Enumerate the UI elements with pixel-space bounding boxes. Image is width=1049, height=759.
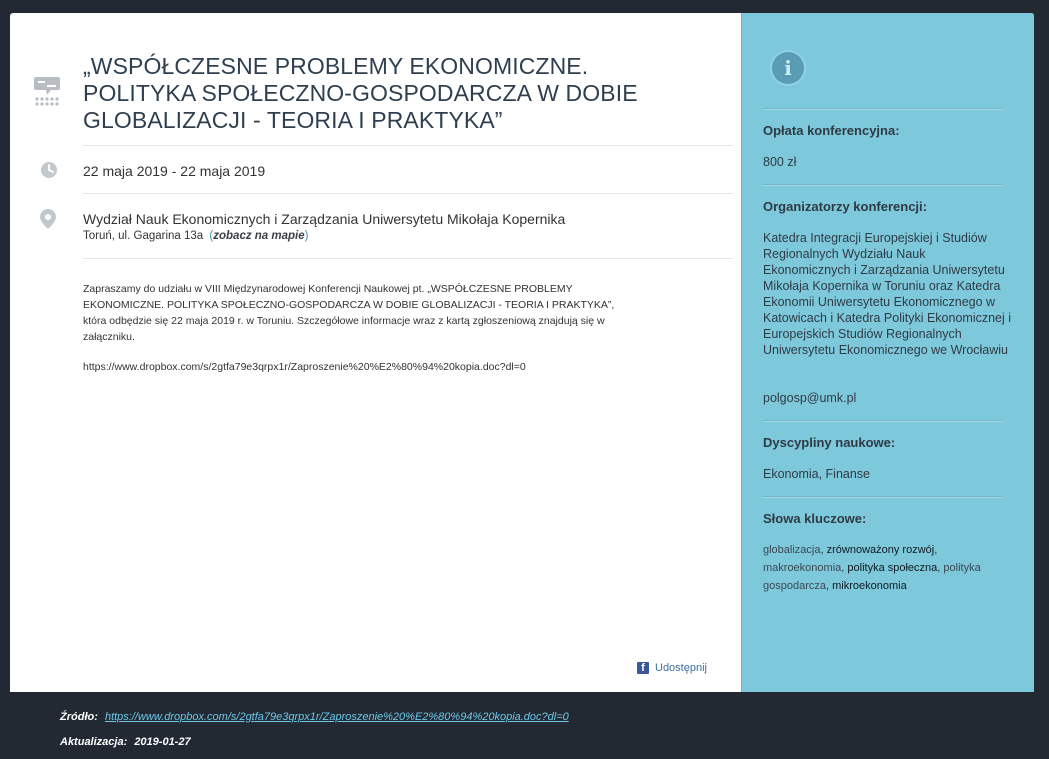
map-pin-icon bbox=[40, 209, 56, 234]
sidebar-divider bbox=[763, 108, 1003, 110]
disciplines-value: Ekonomia, Finanse bbox=[763, 467, 871, 481]
keyword-tag[interactable]: makroekonomia bbox=[763, 562, 841, 574]
attachment-link[interactable]: https://www.dropbox.com/s/2gtfa79e3qrpx1… bbox=[83, 361, 526, 373]
event-description: Zapraszamy do udziału w VIII Międzynarod… bbox=[83, 283, 615, 343]
event-venue: Wydział Nauk Ekonomicznych i Zarządzania… bbox=[83, 211, 566, 227]
source-line: Źródło: https://www.dropbox.com/s/2gtfa7… bbox=[60, 711, 569, 723]
fee-value: 800 zł bbox=[763, 155, 797, 169]
updated-date: 2019-01-27 bbox=[134, 736, 191, 748]
organizers-label: Organizatorzy konferencji: bbox=[763, 199, 927, 214]
event-address-line: Toruń, ul. Gagarina 13a (zobacz na mapie… bbox=[83, 230, 308, 242]
share-label[interactable]: Udostępnij bbox=[655, 662, 707, 674]
divider bbox=[83, 145, 733, 146]
map-link-label[interactable]: zobacz na mapie bbox=[213, 230, 304, 242]
source-link[interactable]: https://www.dropbox.com/s/2gtfa79e3qrpx1… bbox=[105, 711, 569, 723]
keyword-tag[interactable]: zrównoważony rozwój bbox=[827, 544, 935, 556]
updated-line: Aktualizacja: 2019-01-27 bbox=[60, 736, 191, 748]
event-address: Toruń, ul. Gagarina 13a bbox=[83, 230, 204, 242]
info-icon: i bbox=[772, 52, 804, 84]
event-sidebar: i Opłata konferencyjna: 800 zł Organizat… bbox=[741, 13, 1034, 692]
keyword-tag[interactable]: globalizacja bbox=[763, 544, 820, 556]
event-date: 22 maja 2019 - 22 maja 2019 bbox=[83, 163, 266, 179]
fee-label: Opłata konferencyjna: bbox=[763, 123, 900, 138]
divider bbox=[83, 258, 733, 259]
sidebar-divider bbox=[763, 184, 1003, 186]
sidebar-divider bbox=[763, 496, 1003, 498]
source-label: Źródło: bbox=[60, 711, 98, 723]
keywords-label: Słowa kluczowe: bbox=[763, 511, 867, 526]
conference-icon bbox=[33, 76, 61, 115]
share-button[interactable]: f Udostępnij bbox=[637, 662, 707, 674]
organizer-email[interactable]: polgosp@umk.pl bbox=[763, 390, 1015, 406]
clock-icon bbox=[40, 161, 58, 184]
keyword-tag[interactable]: polityka społeczna bbox=[847, 562, 937, 574]
facebook-icon: f bbox=[637, 662, 649, 674]
divider bbox=[83, 193, 733, 194]
map-link[interactable]: (zobacz na mapie) bbox=[209, 230, 308, 242]
organizers-value: Katedra Integracji Europejskiej i Studió… bbox=[763, 231, 1012, 357]
sidebar-divider bbox=[763, 420, 1003, 422]
updated-label: Aktualizacja: bbox=[60, 736, 128, 748]
event-card: „WSPÓŁCZESNE PROBLEMY EKONOMICZNE. POLIT… bbox=[10, 13, 1034, 692]
keywords-list: globalizacja, zrównoważony rozwój, makro… bbox=[763, 544, 981, 592]
event-main: „WSPÓŁCZESNE PROBLEMY EKONOMICZNE. POLIT… bbox=[10, 13, 741, 692]
event-title: „WSPÓŁCZESNE PROBLEMY EKONOMICZNE. POLIT… bbox=[83, 53, 638, 133]
disciplines-label: Dyscypliny naukowe: bbox=[763, 435, 896, 450]
keyword-tag[interactable]: mikroekonomia bbox=[832, 580, 907, 592]
